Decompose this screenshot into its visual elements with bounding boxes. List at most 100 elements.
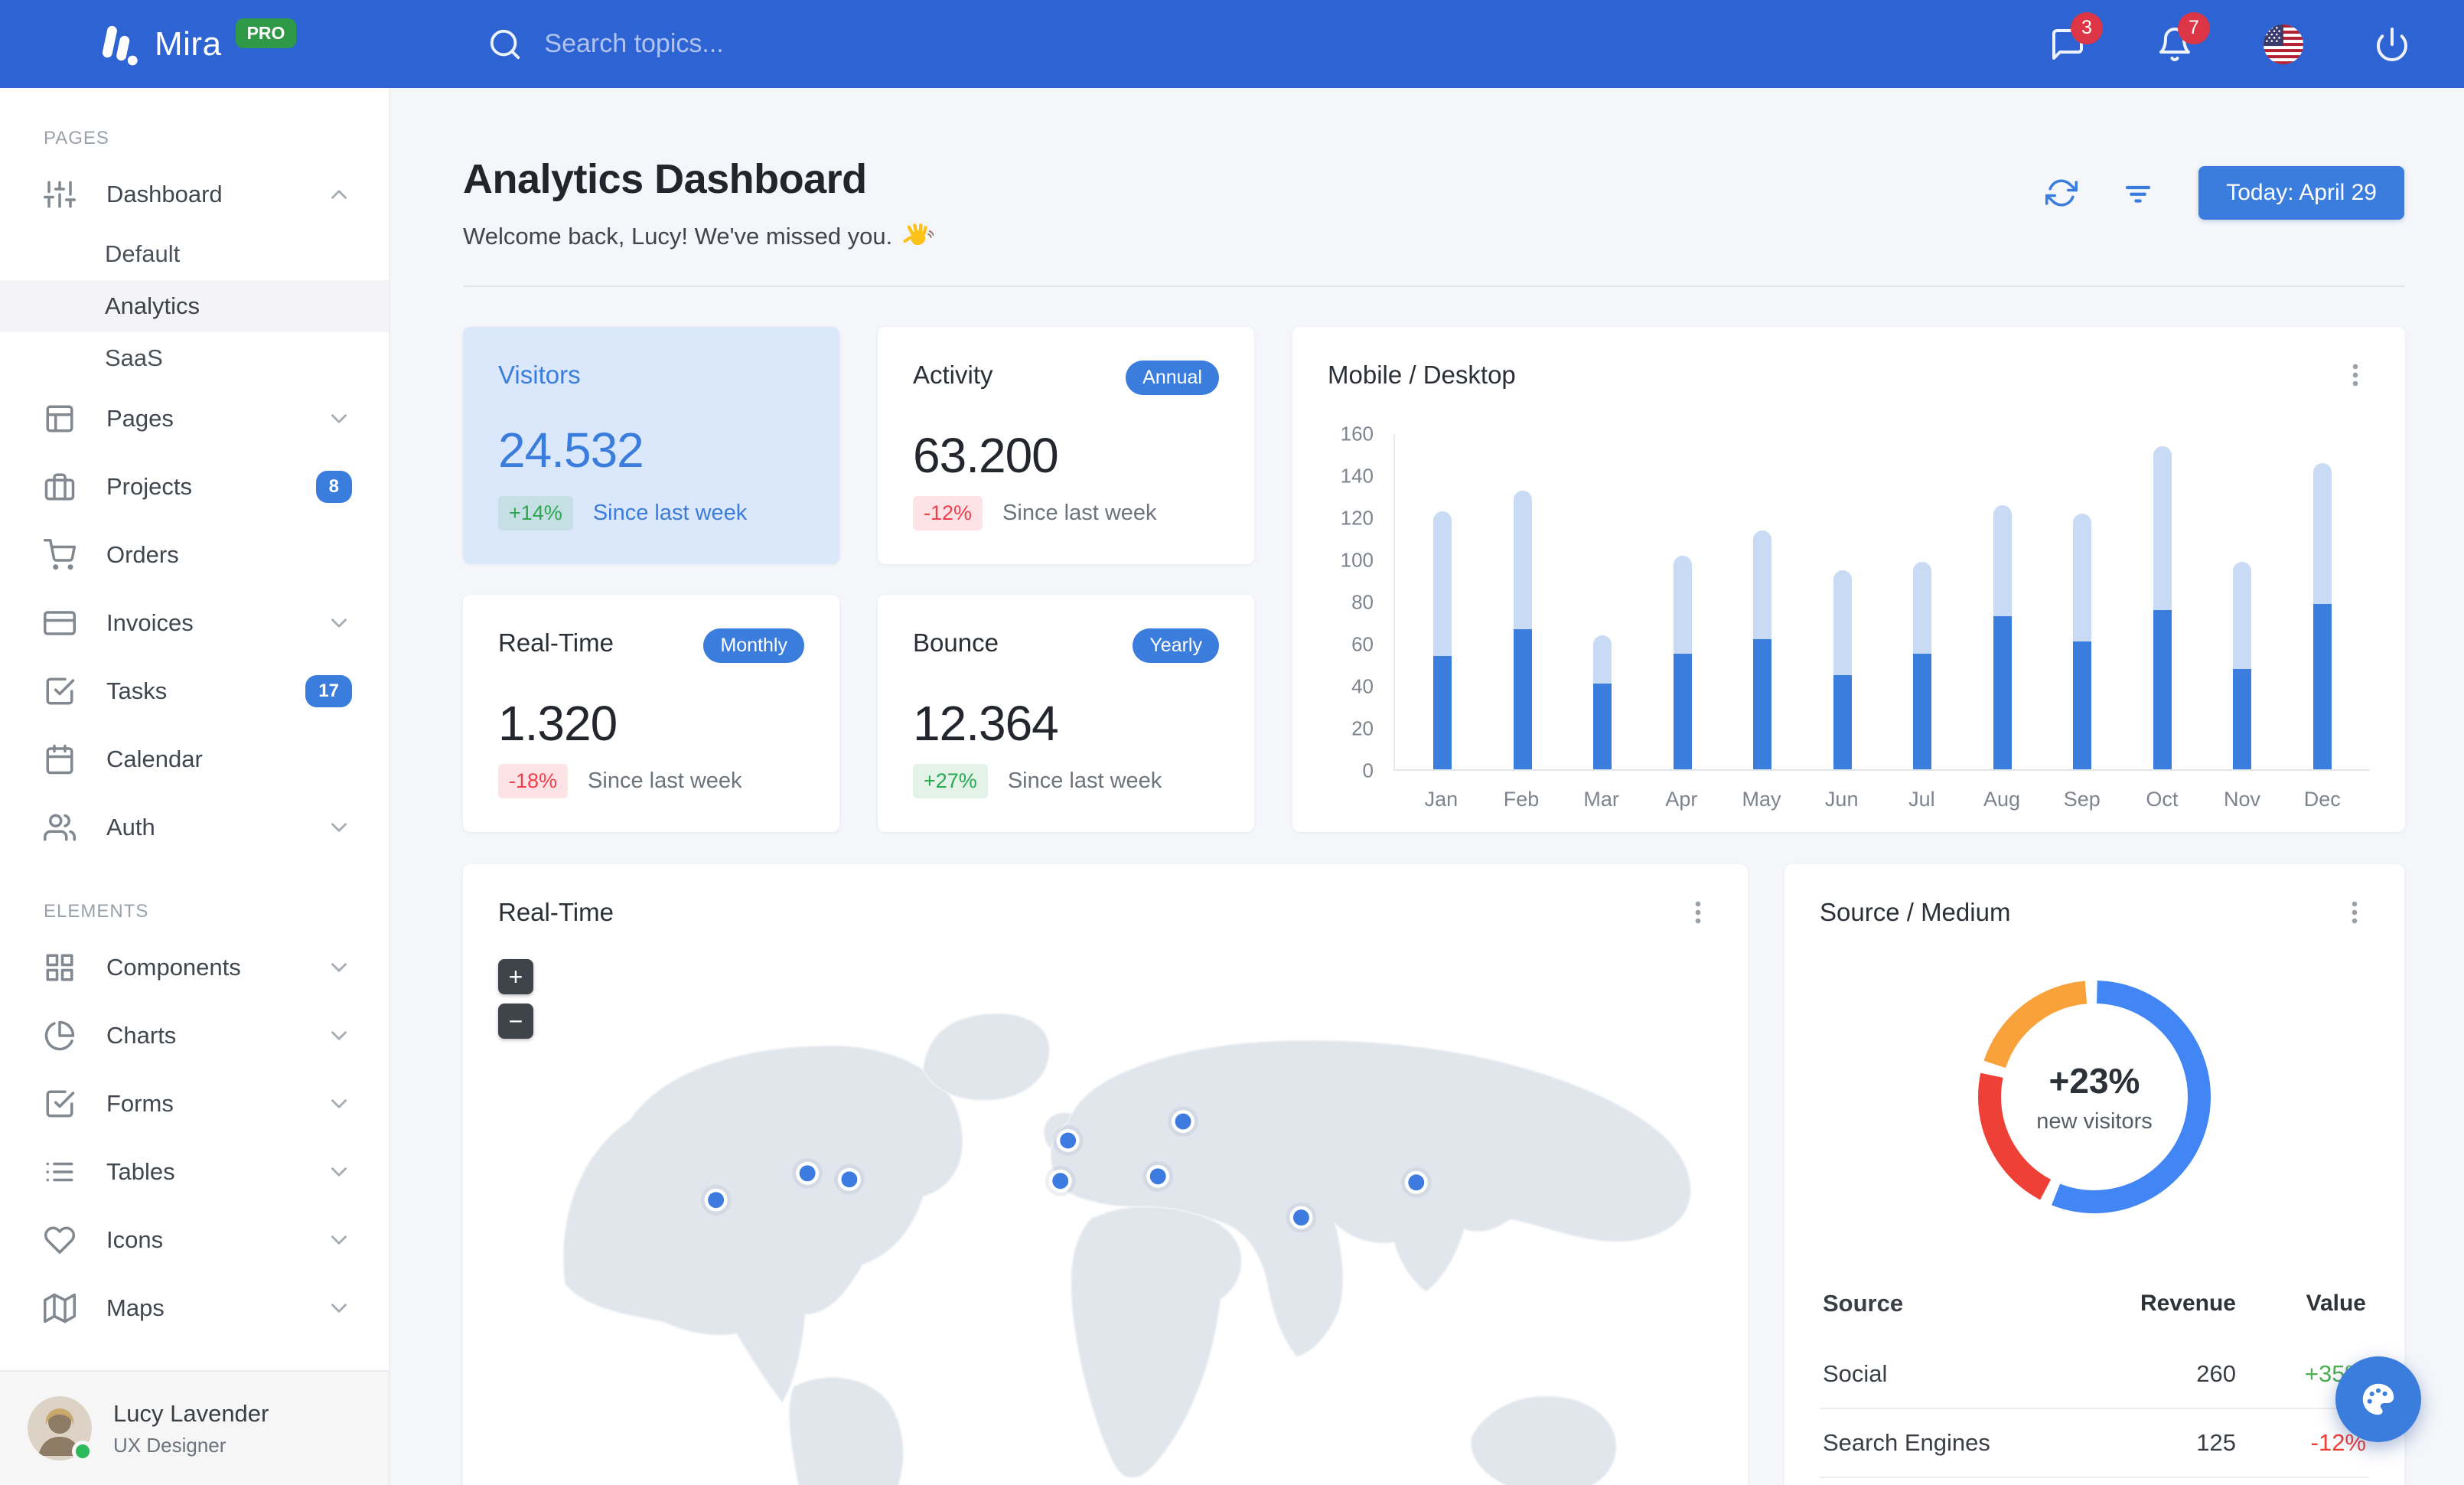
sidebar-item-projects[interactable]: Projects 8 [0,452,389,521]
chevron-down-icon [326,814,352,840]
more-options-button[interactable] [1683,898,1713,927]
sidebar-item-invoices[interactable]: Invoices [0,589,389,657]
bar-apr[interactable] [1673,555,1692,769]
sidebar-item-label: Calendar [106,745,203,772]
chevron-down-icon [326,610,352,636]
map-marker-9[interactable] [1400,1167,1432,1198]
shopping-cart-icon [44,538,76,571]
map-marker-5[interactable] [1045,1165,1076,1196]
map-icon [44,1292,76,1324]
search-input[interactable] [544,29,1019,59]
sidebar-user[interactable]: Lucy Lavender UX Designer [0,1370,389,1485]
bar-aug[interactable] [1993,505,2012,769]
sidebar-item-tables[interactable]: Tables [0,1137,389,1206]
sidebar-item-components[interactable]: Components [0,933,389,1001]
map-zoom-out-button[interactable]: − [498,1004,533,1039]
refresh-button[interactable] [2045,177,2078,209]
sidebar-item-label: Forms [106,1089,174,1117]
sidebar-section-label-pages: PAGES [44,128,109,148]
table-header-row: Source Revenue Value [1823,1290,2366,1317]
more-options-button[interactable] [2341,361,2370,390]
map-marker-7[interactable] [1142,1160,1174,1192]
grid-icon [44,951,76,984]
map-marker-3[interactable] [833,1164,865,1195]
table-row-search-engines[interactable]: Search Engines 125 -12% [1820,1408,2369,1477]
bar-feb[interactable] [1513,490,1532,769]
bar-dec[interactable] [2312,463,2332,769]
stat-title: Real-Time [498,628,614,657]
more-options-button[interactable] [2340,898,2369,927]
bar-nov[interactable] [2233,562,2252,769]
map-marker-2[interactable] [792,1157,823,1189]
sidebar-item-label: Charts [106,1021,177,1049]
power-icon [2374,26,2410,63]
sidebar-section-label-elements: ELEMENTS [44,901,149,922]
map-zoom-in-button[interactable]: + [498,959,533,994]
x-tick: Dec [2303,788,2341,811]
user-name: Lucy Lavender [113,1399,269,1427]
sidebar-item-forms[interactable]: Forms [0,1069,389,1137]
map-marker-1[interactable] [700,1184,732,1216]
bar-segment-mobile [2233,668,2252,769]
stat-title: Activity [913,361,993,389]
map-marker-6[interactable] [1168,1106,1198,1137]
table-row-direct[interactable]: Direct164+46% [1820,1477,2369,1485]
notifications-button[interactable]: 7 [2156,11,2210,63]
period-badge[interactable]: Monthly [703,628,804,663]
language-button[interactable] [2264,24,2303,64]
layout-icon [44,403,76,435]
x-tick: May [1742,788,1781,811]
x-tick: Jul [1908,788,1935,811]
source-cell: Social [1823,1360,1888,1387]
theme-settings-fab[interactable] [2335,1356,2421,1442]
bar-jun[interactable] [1833,570,1852,769]
bar-segment-mobile [1993,616,2012,769]
sign-out-button[interactable] [2374,26,2410,63]
period-badge[interactable]: Yearly [1133,628,1219,663]
sidebar-item-icons[interactable]: Icons [0,1206,389,1274]
bar-sep[interactable] [2073,514,2092,769]
bar-segment-mobile [1913,654,1932,769]
mobile-desktop-card: Mobile / Desktop 0 20 40 60 80 100 120 140 160 J… [1292,327,2405,832]
stat-value: 1.320 [498,696,618,751]
sidebar-item-pages[interactable]: Pages [0,384,389,452]
stat-value: 63.200 [913,428,1059,483]
sidebar-item-tasks[interactable]: Tasks 17 [0,657,389,725]
bar-may[interactable] [1753,530,1772,769]
page-header: Analytics Dashboard Welcome back, Lucy! … [463,155,2404,252]
chevron-down-icon [326,1023,352,1049]
sidebar-item-auth[interactable]: Auth [0,793,389,861]
date-range-button[interactable]: Today: April 29 [2198,166,2404,220]
map-marker-4[interactable] [1052,1125,1084,1156]
sidebar-item-charts[interactable]: Charts [0,1001,389,1069]
stat-caption: Since last week [1002,501,1157,525]
bar-mar[interactable] [1593,635,1612,769]
source-cell: Search Engines [1823,1429,1990,1456]
sidebar-subitem-analytics[interactable]: Analytics [0,280,389,332]
brand[interactable]: Mira PRO [98,18,297,66]
sidebar-subitem-saas[interactable]: SaaS [0,332,389,384]
period-badge[interactable]: Annual [1126,361,1219,395]
sidebar-item-label: Tasks [106,677,168,704]
chevron-down-icon [326,955,352,981]
users-icon [44,811,76,844]
sidebar-item-orders[interactable]: Orders [0,521,389,589]
bar-jan[interactable] [1433,511,1452,769]
kebab-icon [2341,361,2370,390]
sidebar-item-maps[interactable]: Maps [0,1274,389,1342]
bar-jul[interactable] [1913,562,1932,769]
y-tick: 140 [1340,464,1374,488]
sidebar-item-calendar[interactable]: Calendar [0,725,389,793]
sidebar-item-dashboard[interactable]: Dashboard [0,160,389,228]
messages-button[interactable]: 3 [2049,11,2103,63]
sidebar-subitem-default[interactable]: Default [0,228,389,280]
bar-segment-mobile [1513,628,1532,769]
world-map[interactable] [466,956,1745,1485]
online-status-dot [72,1441,93,1462]
filter-button[interactable] [2122,177,2154,209]
bottom-grid: Real-Time + − Source / Medium +23% new v… [463,864,2404,1485]
bar-oct[interactable] [2153,446,2172,769]
map-marker-8[interactable] [1286,1202,1317,1233]
table-row-social[interactable]: Social 260 +35% [1820,1340,2369,1408]
sidebar-item-label: Orders [106,540,179,568]
